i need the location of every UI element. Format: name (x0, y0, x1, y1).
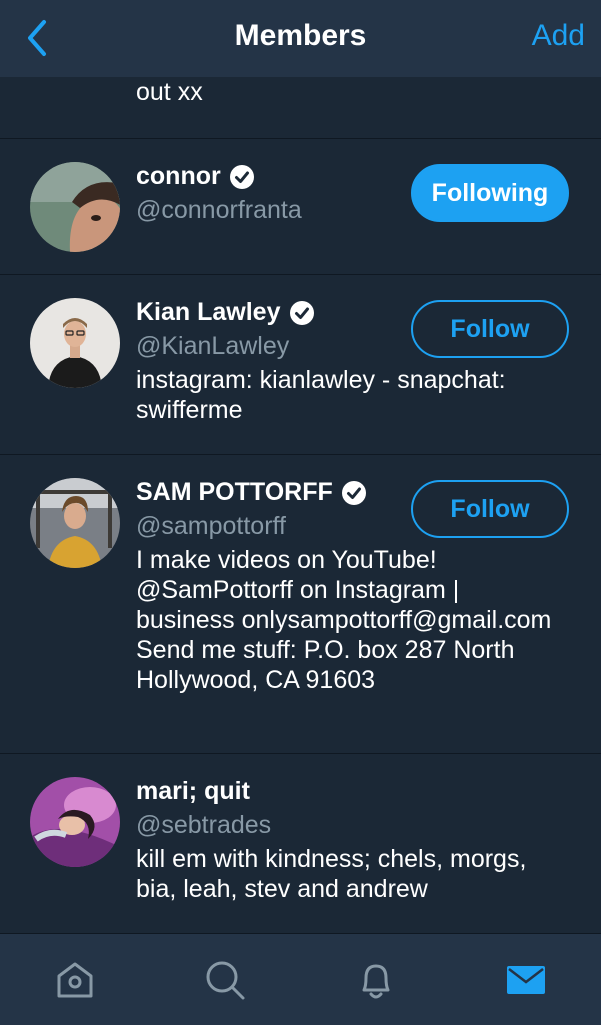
verified-badge-icon (229, 164, 254, 189)
add-button[interactable]: Add (532, 19, 585, 53)
member-handle: @sebtrades (136, 811, 272, 839)
member-name-line: connor (136, 162, 255, 191)
member-name-line: Kian Lawley (136, 298, 315, 327)
members-list[interactable]: out xx connor @connorfranta Following Ki… (0, 77, 601, 933)
follow-button[interactable]: Follow (411, 300, 569, 358)
member-name: Kian Lawley (136, 298, 281, 326)
member-row-mari-quit[interactable]: mari; quit @sebtrades kill em with kindn… (0, 753, 601, 933)
member-bio: I make videos on YouTube! @SamPottorff o… (136, 546, 552, 694)
avatar[interactable] (30, 478, 120, 568)
avatar[interactable] (30, 162, 120, 252)
member-name: SAM POTTORFF (136, 478, 333, 506)
member-row-kian-lawley[interactable]: Kian Lawley @KianLawley instagram: kianl… (0, 274, 601, 454)
avatar[interactable] (30, 777, 120, 867)
member-name-line: mari; quit (136, 777, 250, 806)
verified-badge-icon (341, 480, 366, 505)
tab-search[interactable] (203, 958, 247, 1002)
previous-member-bio: out xx (136, 78, 203, 106)
member-handle: @connorfranta (136, 196, 302, 224)
member-name: mari; quit (136, 777, 250, 805)
tab-bar (0, 933, 601, 1025)
tab-home[interactable] (53, 958, 97, 1002)
follow-button[interactable]: Follow (411, 480, 569, 538)
page-title: Members (234, 19, 367, 52)
tab-messages[interactable] (504, 958, 548, 1002)
verified-badge-icon (289, 300, 314, 325)
home-icon (57, 962, 93, 998)
member-bio: kill em with kindness; chels, morgs, bia… (136, 845, 527, 903)
navigation-bar: Members Add (0, 0, 601, 77)
notifications-bell-icon (362, 964, 390, 999)
member-row-sam-pottorff[interactable]: SAM POTTORFF @sampottorff I make videos … (0, 454, 601, 754)
avatar[interactable] (30, 298, 120, 388)
member-name-line: SAM POTTORFF (136, 478, 367, 507)
tab-notifications[interactable] (354, 958, 398, 1002)
member-bio: instagram: kianlawley - snapchat: swiffe… (136, 366, 506, 424)
messages-envelope-icon (507, 966, 545, 994)
following-button[interactable]: Following (411, 164, 569, 222)
member-name: connor (136, 162, 221, 190)
member-handle: @KianLawley (136, 332, 290, 360)
member-handle: @sampottorff (136, 512, 286, 540)
search-icon (206, 961, 245, 1000)
member-row-connor[interactable]: connor @connorfranta Following (0, 138, 601, 275)
